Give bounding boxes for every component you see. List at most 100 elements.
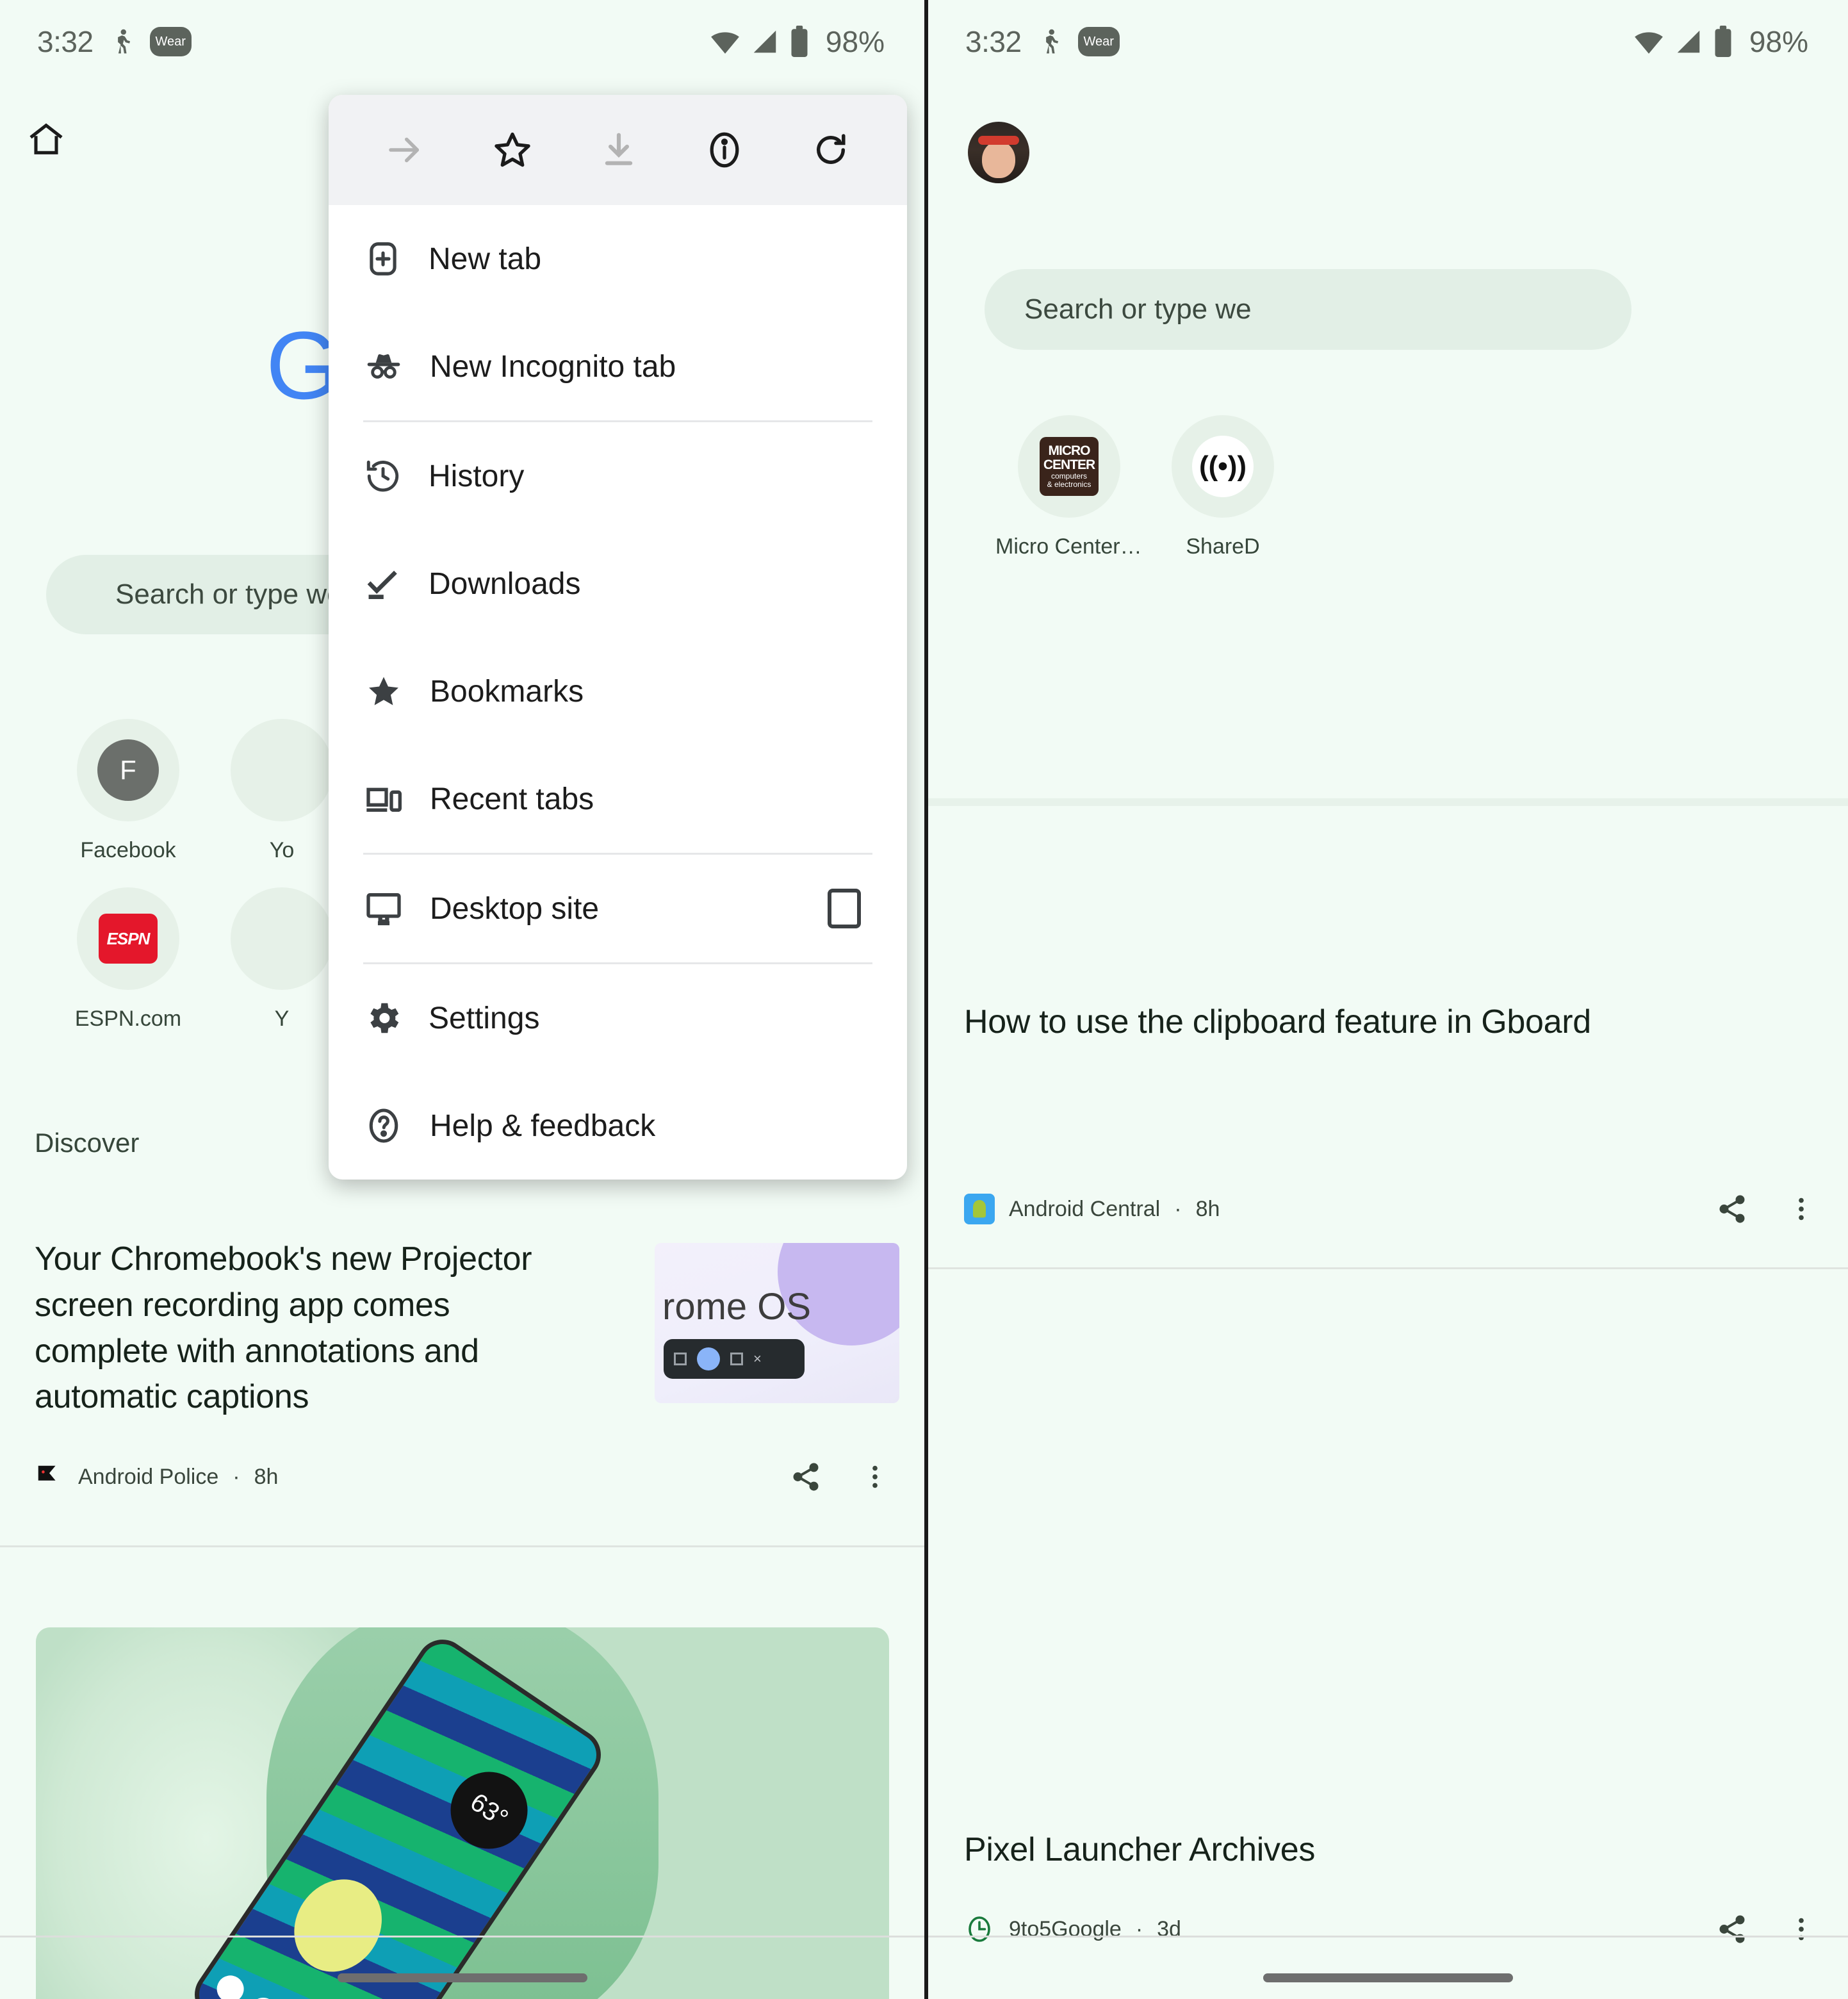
avatar-face (982, 141, 1015, 178)
article-photo: 63° (36, 1627, 889, 1999)
sharedrop-icon: ((•)) (1172, 415, 1274, 518)
dual-screenshot-comparison: 3:32 Wear 98% G Search or type web F Fac… (0, 0, 1848, 1999)
menu-item-downloads[interactable]: Downloads (329, 530, 907, 638)
share-icon[interactable] (790, 1461, 822, 1493)
forward-arrow-icon[interactable] (384, 129, 426, 171)
wear-badge-icon: Wear (1077, 27, 1120, 56)
shortcut-label: Yo (269, 838, 295, 862)
menu-item-label: Help & feedback (430, 1108, 656, 1143)
article-divider (928, 1267, 1848, 1269)
close-icon: × (753, 1351, 762, 1367)
reload-icon[interactable] (810, 129, 852, 171)
menu-toolbar (329, 95, 907, 205)
meta-separator: · (1174, 1196, 1182, 1221)
status-bar-right-group: 98% (709, 24, 885, 59)
mc-line-2: CENTER (1043, 457, 1095, 473)
thumb-toolbar: × (664, 1339, 805, 1379)
gear-icon (363, 998, 403, 1038)
more-vert-icon[interactable] (1787, 1194, 1816, 1224)
status-bar-right: 3:32 Wear 98% (928, 0, 1848, 83)
app-dock (211, 1970, 348, 1999)
shortcut-espn[interactable]: ESPN ESPN.com (51, 887, 205, 1032)
article-age: 8h (254, 1464, 279, 1489)
article-card[interactable]: How to use the clipboard feature in Gboa… (964, 1000, 1592, 1046)
menu-item-label: New Incognito tab (430, 349, 676, 384)
record-icon (697, 1347, 720, 1370)
article-age: 3d (1157, 1916, 1181, 1941)
menu-item-label: Desktop site (430, 891, 600, 926)
star-filled-icon (363, 671, 404, 712)
wallpaper-blob (276, 1862, 400, 1989)
desktop-icon (363, 888, 404, 929)
menu-item-label: Recent tabs (430, 782, 594, 816)
shortcut-label: ESPN.com (74, 1007, 182, 1031)
shortcut-label: Y (274, 1007, 290, 1031)
shortcut-facebook[interactable]: F Facebook (51, 719, 205, 863)
espn-icon: ESPN (77, 887, 179, 990)
signal-icon (1674, 27, 1703, 56)
article-card[interactable]: Your Chromebook's new Projector screen r… (35, 1237, 585, 1420)
article-meta: Android Police · 8h (35, 1461, 890, 1493)
share-icon[interactable] (1716, 1193, 1748, 1225)
navigation-handle-left[interactable] (337, 1973, 587, 1982)
menu-item-desktop-site[interactable]: Desktop site (329, 855, 907, 962)
menu-item-new-incognito-tab[interactable]: New Incognito tab (329, 313, 907, 420)
article-age: 8h (1195, 1196, 1220, 1221)
incognito-icon (363, 346, 404, 387)
info-icon[interactable] (703, 129, 746, 171)
article-title: Pixel Launcher Archives (964, 1831, 1316, 1868)
status-bar-left-group: 3:32 Wear (965, 24, 1120, 59)
menu-item-bookmarks[interactable]: Bookmarks (329, 638, 907, 745)
article-title: Your Chromebook's new Projector screen r… (35, 1240, 532, 1416)
menu-item-recent-tabs[interactable]: Recent tabs (329, 745, 907, 853)
status-bar-left: 3:32 Wear 98% (0, 0, 924, 83)
share-icon[interactable] (1716, 1913, 1748, 1945)
wear-badge-icon: Wear (149, 27, 192, 56)
clock: 3:32 (37, 25, 94, 58)
shortcut-grid: MICRO CENTER computers & electronics Mic… (992, 415, 1300, 559)
help-icon (363, 1105, 404, 1146)
chrome-overflow-menu-left[interactable]: New tab New Incognito tab History Downlo… (329, 95, 907, 1180)
article-thumbnail: rome OS × (655, 1243, 899, 1403)
article-card[interactable]: Pixel Launcher Archives (964, 1827, 1669, 1873)
bottom-divider-left (0, 1936, 924, 1937)
menu-item-history[interactable]: History (329, 422, 907, 530)
meta-separator: · (1135, 1916, 1143, 1941)
menu-item-label: History (429, 459, 525, 493)
right-screenshot-panel: 3:32 Wear 98% Search or type we MICRO CE… (928, 0, 1848, 1999)
article-source: Android Police (78, 1464, 219, 1489)
wifi-icon (1633, 26, 1665, 58)
section-divider (928, 798, 1848, 806)
espn-glyph: ESPN (99, 914, 158, 964)
micro-center-logo: MICRO CENTER computers & electronics (1040, 437, 1099, 496)
desktop-site-checkbox[interactable] (828, 889, 861, 928)
micro-center-icon: MICRO CENTER computers & electronics (1018, 415, 1120, 518)
meta-separator: · (233, 1464, 240, 1489)
shortcut-sharedrop[interactable]: ((•)) ShareD (1146, 415, 1300, 559)
menu-item-label: New tab (429, 242, 542, 276)
status-bar-right-group: 98% (1633, 24, 1808, 59)
star-outline-icon[interactable] (490, 128, 535, 172)
article-source: Android Central (1009, 1196, 1161, 1221)
downloads-check-icon (363, 564, 403, 604)
menu-item-settings[interactable]: Settings (329, 964, 907, 1072)
menu-item-label: Settings (429, 1001, 540, 1035)
article-meta: 9to5Google · 3d (964, 1913, 1816, 1945)
mc-line-4: & electronics (1047, 480, 1092, 489)
more-vert-icon[interactable] (1787, 1914, 1816, 1944)
menu-item-help-feedback[interactable]: Help & feedback (329, 1072, 907, 1180)
mc-line-1: MICRO (1048, 443, 1091, 459)
battery-icon (1712, 26, 1734, 58)
avatar[interactable] (968, 122, 1029, 183)
download-icon[interactable] (599, 130, 639, 170)
shortcut-micro-center[interactable]: MICRO CENTER computers & electronics Mic… (992, 415, 1146, 559)
navigation-handle-right[interactable] (1263, 1973, 1513, 1982)
thumb-text: rome OS (662, 1286, 812, 1328)
menu-item-new-tab[interactable]: New tab (329, 205, 907, 313)
signal-icon (750, 27, 780, 56)
battery-icon (789, 26, 810, 58)
running-person-icon (108, 25, 136, 58)
home-icon[interactable] (26, 119, 67, 160)
search-input[interactable]: Search or type we (985, 269, 1631, 350)
more-vert-icon[interactable] (860, 1462, 890, 1492)
